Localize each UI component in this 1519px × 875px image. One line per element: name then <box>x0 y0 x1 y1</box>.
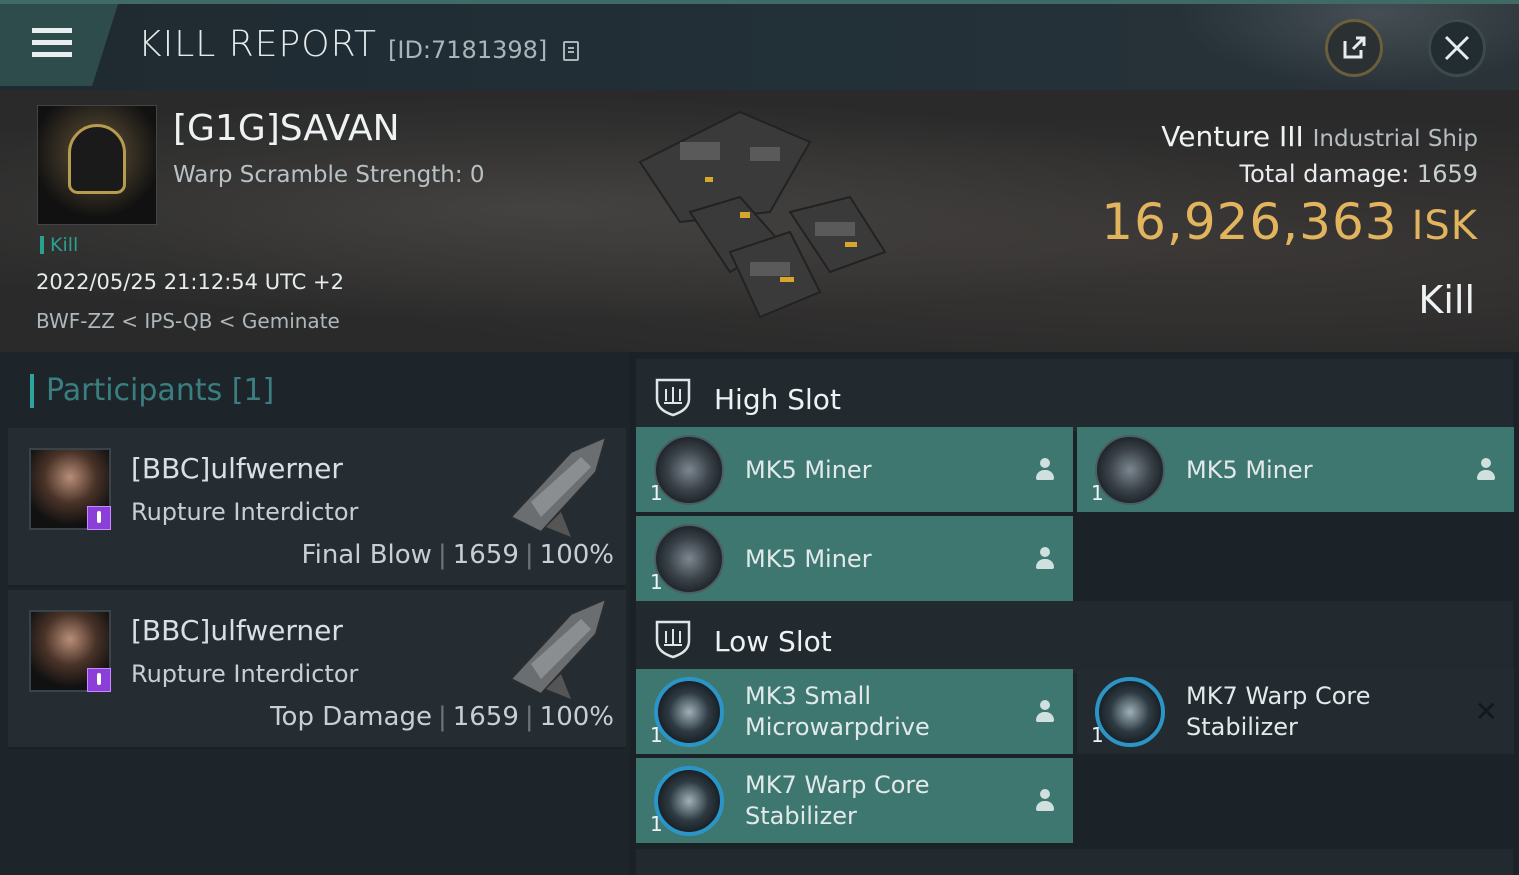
participant-role: Top Damage <box>270 702 432 732</box>
module-slot[interactable]: 1 MK5 Miner <box>636 427 1073 512</box>
participant-role: Final Blow <box>301 540 432 570</box>
module-name-line1: MK7 Warp Core <box>1186 682 1371 710</box>
isk-unit: ISK <box>1411 203 1478 249</box>
person-icon <box>1035 700 1055 724</box>
participants-header[interactable]: Participants [1] <box>30 374 274 408</box>
fitting-panel: High Slot 1 MK5 Miner 1 MK5 Miner 1 MK5 … <box>636 352 1519 875</box>
ship-class: Industrial Ship <box>1312 126 1478 152</box>
kill-result: Kill <box>1418 278 1475 322</box>
title-bar: KILL REPORT [ID:7181398] <box>0 0 1519 94</box>
module-name: MK3 Small Microwarpdrive <box>745 681 930 743</box>
person-icon <box>1476 458 1496 482</box>
module-name-line1: MK7 Warp Core <box>745 771 930 799</box>
module-name: MK7 Warp Core Stabilizer <box>1186 681 1371 743</box>
module-name-line2: Stabilizer <box>1186 713 1298 741</box>
external-link-icon <box>1343 36 1366 59</box>
participants-panel: Participants [1] [BBC]ulfwerner Rupture … <box>0 352 630 875</box>
destroyed-x-icon: ✕ <box>1474 695 1498 728</box>
next-slot-header-partial <box>636 849 1513 875</box>
person-icon <box>1035 789 1055 813</box>
low-slot-header: Low Slot <box>636 601 1513 673</box>
module-name-line1: MK3 Small <box>745 682 871 710</box>
low-slot-label: Low Slot <box>714 625 832 658</box>
total-damage-value: 1659 <box>1416 160 1478 188</box>
module-quantity: 1 <box>650 570 663 594</box>
victim-ship-name: Venture III Industrial Ship <box>1161 120 1478 153</box>
high-slot-label: High Slot <box>714 383 841 416</box>
isk-amount: 16,926,363 <box>1101 193 1398 251</box>
participant-name: [BBC]ulfwerner <box>131 614 343 647</box>
corp-badge-icon <box>87 506 111 530</box>
participant-row[interactable]: [BBC]ulfwerner Rupture Interdictor Final… <box>8 428 626 587</box>
module-name: MK5 Miner <box>745 456 872 484</box>
high-slot-icon <box>655 378 691 417</box>
menu-button[interactable] <box>0 4 118 86</box>
page-title: KILL REPORT <box>138 24 377 65</box>
participant-percent: 100% <box>539 540 614 570</box>
module-quantity: 1 <box>1091 481 1104 505</box>
close-icon <box>1444 35 1470 61</box>
module-slot[interactable]: 1 MK7 Warp Core Stabilizer ✕ <box>1077 669 1514 754</box>
avatar[interactable] <box>29 448 111 530</box>
miner-icon <box>1095 435 1165 505</box>
module-slot[interactable]: 1 MK3 Small Microwarpdrive <box>636 669 1073 754</box>
kill-timestamp: 2022/05/25 21:12:54 UTC +2 <box>36 270 344 294</box>
victim-banner: [G1G]SAVAN Warp Scramble Strength: 0 Kil… <box>0 90 1519 352</box>
high-slot-header: High Slot <box>636 359 1513 431</box>
module-slot[interactable]: 1 MK5 Miner <box>1077 427 1514 512</box>
participant-percent: 100% <box>539 702 614 732</box>
module-name-line2: Stabilizer <box>745 802 857 830</box>
kill-id: [ID:7181398] <box>388 36 548 64</box>
person-icon <box>1035 547 1055 571</box>
close-button[interactable] <box>1428 19 1486 77</box>
participant-damage: 1659 <box>452 540 519 570</box>
warp-scramble-strength: Warp Scramble Strength: 0 <box>173 162 485 188</box>
warp-core-stabilizer-icon <box>1095 677 1165 747</box>
participant-ship-image <box>509 597 608 699</box>
participant-name: [BBC]ulfwerner <box>131 452 343 485</box>
participant-stats: Top Damage | 1659 | 100% <box>270 702 614 732</box>
total-damage: Total damage: 1659 <box>1239 160 1478 188</box>
participant-row[interactable]: [BBC]ulfwerner Rupture Interdictor Top D… <box>8 590 626 749</box>
participant-damage: 1659 <box>452 702 519 732</box>
module-slot[interactable]: 1 MK5 Miner <box>636 516 1073 601</box>
person-icon <box>1035 458 1055 482</box>
victim-name[interactable]: [G1G]SAVAN <box>173 108 400 149</box>
module-name: MK5 Miner <box>1186 456 1313 484</box>
module-slot[interactable]: 1 MK7 Warp Core Stabilizer <box>636 758 1073 843</box>
low-slot-icon <box>655 620 691 659</box>
kill-location: BWF-ZZ < IPS-QB < Geminate <box>36 309 340 333</box>
module-quantity: 1 <box>650 812 663 836</box>
isk-value: 16,926,363 ISK <box>1101 193 1478 251</box>
module-name: MK7 Warp Core Stabilizer <box>745 770 930 832</box>
participant-ship: Rupture Interdictor <box>131 660 359 688</box>
kill-tag: Kill <box>40 236 78 255</box>
participant-ship-image <box>509 435 608 537</box>
module-quantity: 1 <box>650 723 663 747</box>
corp-badge-icon <box>87 668 111 692</box>
avatar[interactable] <box>29 610 111 692</box>
total-damage-label: Total damage: <box>1239 160 1410 188</box>
hamburger-icon <box>32 28 72 64</box>
module-quantity: 1 <box>1091 723 1104 747</box>
participant-ship: Rupture Interdictor <box>131 498 359 526</box>
victim-portrait[interactable] <box>37 105 157 225</box>
module-name-line2: Microwarpdrive <box>745 713 930 741</box>
victim-ship-image[interactable] <box>620 102 890 332</box>
participant-stats: Final Blow | 1659 | 100% <box>301 540 614 570</box>
miner-icon <box>654 524 724 594</box>
hood-figure <box>68 124 126 194</box>
microwarpdrive-icon <box>654 677 724 747</box>
miner-icon <box>654 435 724 505</box>
module-quantity: 1 <box>650 481 663 505</box>
module-name: MK5 Miner <box>745 545 872 573</box>
share-button[interactable] <box>1325 19 1383 77</box>
ship-name[interactable]: Venture III <box>1161 120 1303 153</box>
warp-core-stabilizer-icon <box>654 766 724 836</box>
copy-icon[interactable] <box>563 41 579 61</box>
